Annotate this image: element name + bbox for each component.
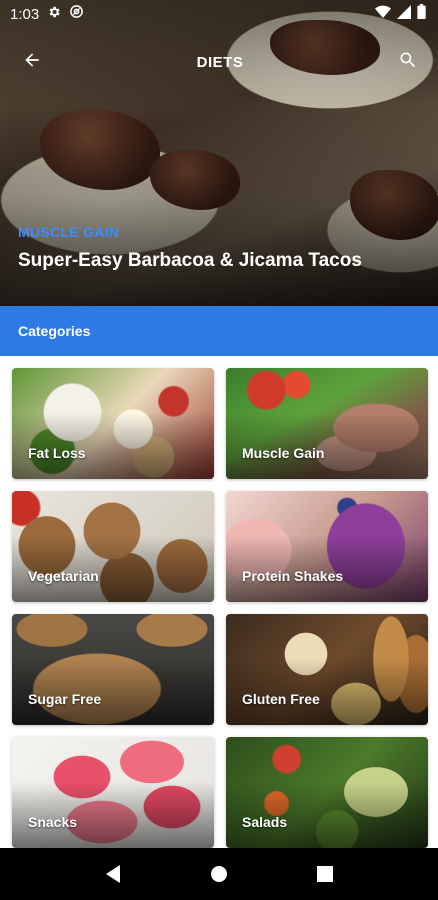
category-label: Fat Loss <box>28 445 86 461</box>
status-bar: 1:03 <box>0 0 438 28</box>
categories-header: Categories <box>0 306 438 356</box>
tile-shade <box>12 737 214 848</box>
arrow-back-icon[interactable] <box>22 50 42 75</box>
hero-title[interactable]: Super-Easy Barbacoa & Jicama Tacos <box>18 250 362 272</box>
hero-category-label: MUSCLE GAIN <box>18 224 120 240</box>
battery-icon <box>417 4 426 24</box>
tile-shade <box>226 614 428 725</box>
home-circle-icon[interactable] <box>195 850 243 898</box>
category-label: Snacks <box>28 814 78 830</box>
signal-icon <box>397 4 411 24</box>
category-label: Gluten Free <box>242 691 320 707</box>
category-label: Protein Shakes <box>242 568 344 584</box>
category-tile-gluten-free[interactable]: Gluten Free <box>226 614 428 725</box>
category-label: Salads <box>242 814 288 830</box>
category-tile-muscle-gain[interactable]: Muscle Gain <box>226 368 428 479</box>
category-tile-fat-loss[interactable]: Fat Loss <box>12 368 214 479</box>
wifi-icon <box>375 5 391 24</box>
tile-shade <box>12 614 214 725</box>
category-label: Sugar Free <box>28 691 102 707</box>
tile-shade <box>226 368 428 479</box>
search-icon[interactable] <box>398 50 418 75</box>
toolbar-title: DIETS <box>196 53 244 71</box>
status-time: 1:03 <box>10 5 40 23</box>
at-sign-icon <box>69 4 84 24</box>
categories-header-label: Categories <box>18 323 91 339</box>
tile-shade <box>226 737 428 848</box>
category-label: Muscle Gain <box>242 445 325 461</box>
category-tile-snacks[interactable]: Snacks <box>12 737 214 848</box>
hero-banner[interactable]: DIETS MUSCLE GAIN Super-Easy Barbacoa & … <box>0 0 438 306</box>
category-tile-protein-shakes[interactable]: Protein Shakes <box>226 491 428 602</box>
system-nav-bar <box>0 848 438 900</box>
recents-square-icon[interactable] <box>301 850 349 898</box>
tile-shade <box>226 491 428 602</box>
gear-icon <box>47 5 61 24</box>
back-triangle-icon[interactable] <box>89 850 137 898</box>
category-tile-salads[interactable]: Salads <box>226 737 428 848</box>
category-tile-sugar-free[interactable]: Sugar Free <box>12 614 214 725</box>
categories-grid: Fat Loss Muscle Gain Vegetarian Protein … <box>12 368 428 848</box>
tile-shade <box>12 491 214 602</box>
category-tile-vegetarian[interactable]: Vegetarian <box>12 491 214 602</box>
category-label: Vegetarian <box>28 568 99 584</box>
toolbar: DIETS <box>0 40 438 84</box>
tile-shade <box>12 368 214 479</box>
